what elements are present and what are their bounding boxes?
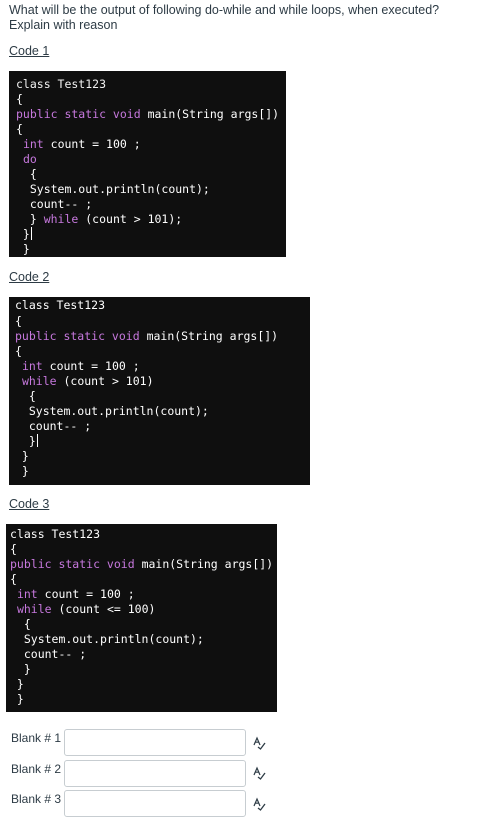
code3-line-6: while (count <= 100): [16, 602, 156, 616]
code1-block: class Test123 { public static void main(…: [9, 71, 286, 257]
code2-line-3: public static void main(String args[]): [15, 329, 279, 343]
code1-line-6: do: [22, 152, 37, 166]
code1-line-8: System.out.println(count);: [16, 182, 210, 196]
text-cursor: [30, 227, 32, 240]
code1-line-3: public static void main(String args[]): [16, 107, 280, 121]
code3-line-11: }: [10, 677, 24, 691]
code1-line-7: {: [16, 167, 37, 181]
code2-line-5: int count = 100 ;: [21, 359, 140, 373]
code3-line-1: class Test123: [10, 527, 101, 541]
code1-line-12: }: [16, 242, 30, 256]
blank-1-label: Blank # 1: [11, 731, 62, 745]
code3-line-9: count-- ;: [10, 647, 87, 661]
code2-block: class Test123 { public static void main(…: [9, 297, 310, 485]
code1-line-1: class Test123: [16, 77, 107, 91]
blank-3-label: Blank # 3: [11, 792, 62, 806]
blank-3-input[interactable]: [64, 790, 246, 817]
blank-1-input[interactable]: [64, 729, 246, 756]
text-cursor: [36, 434, 38, 447]
code3-line-8: System.out.println(count);: [10, 632, 204, 646]
code1-heading: Code 1: [9, 44, 50, 58]
code3-line-12: }: [10, 692, 24, 706]
code1-line-2: {: [16, 92, 23, 106]
code2-line-9: count-- ;: [15, 419, 92, 433]
code1-line-11: }: [16, 227, 32, 241]
code3-line-3: public static void main(String args[]): [10, 557, 274, 571]
spellcheck-icon[interactable]: [252, 797, 266, 811]
question-line-2: Explain with reason: [9, 18, 118, 32]
code3-block: class Test123 { public static void main(…: [6, 524, 277, 712]
code1-line-5: int count = 100 ;: [22, 137, 141, 151]
question-text: What will be the output of following do-…: [9, 3, 479, 33]
code2-line-10: }: [15, 434, 38, 448]
blank-2-label: Blank # 2: [11, 762, 62, 776]
code2-line-11: }: [15, 449, 29, 463]
code2-line-8: System.out.println(count);: [15, 404, 209, 418]
code2-line-2: {: [15, 314, 22, 328]
code1-line-4: {: [16, 122, 23, 136]
code2-line-1: class Test123: [15, 298, 106, 312]
code3-line-7: {: [10, 617, 31, 631]
code1-line-10: } while (count > 101);: [16, 212, 183, 226]
code3-line-5: int count = 100 ;: [16, 587, 135, 601]
code3-heading: Code 3: [9, 497, 50, 511]
code3-line-10: }: [10, 662, 31, 676]
code2-line-7: {: [15, 389, 36, 403]
code3-line-4: {: [10, 572, 17, 586]
code2-line-12: }: [15, 464, 29, 478]
spellcheck-icon[interactable]: [252, 766, 266, 780]
code2-heading: Code 2: [9, 270, 50, 284]
code1-line-9: count-- ;: [16, 197, 93, 211]
blank-2-input[interactable]: [64, 760, 246, 787]
code3-line-2: {: [10, 542, 17, 556]
question-line-1: What will be the output of following do-…: [9, 3, 440, 17]
code2-line-4: {: [15, 344, 22, 358]
code2-line-6: while (count > 101): [21, 374, 154, 388]
spellcheck-icon[interactable]: [252, 736, 266, 750]
